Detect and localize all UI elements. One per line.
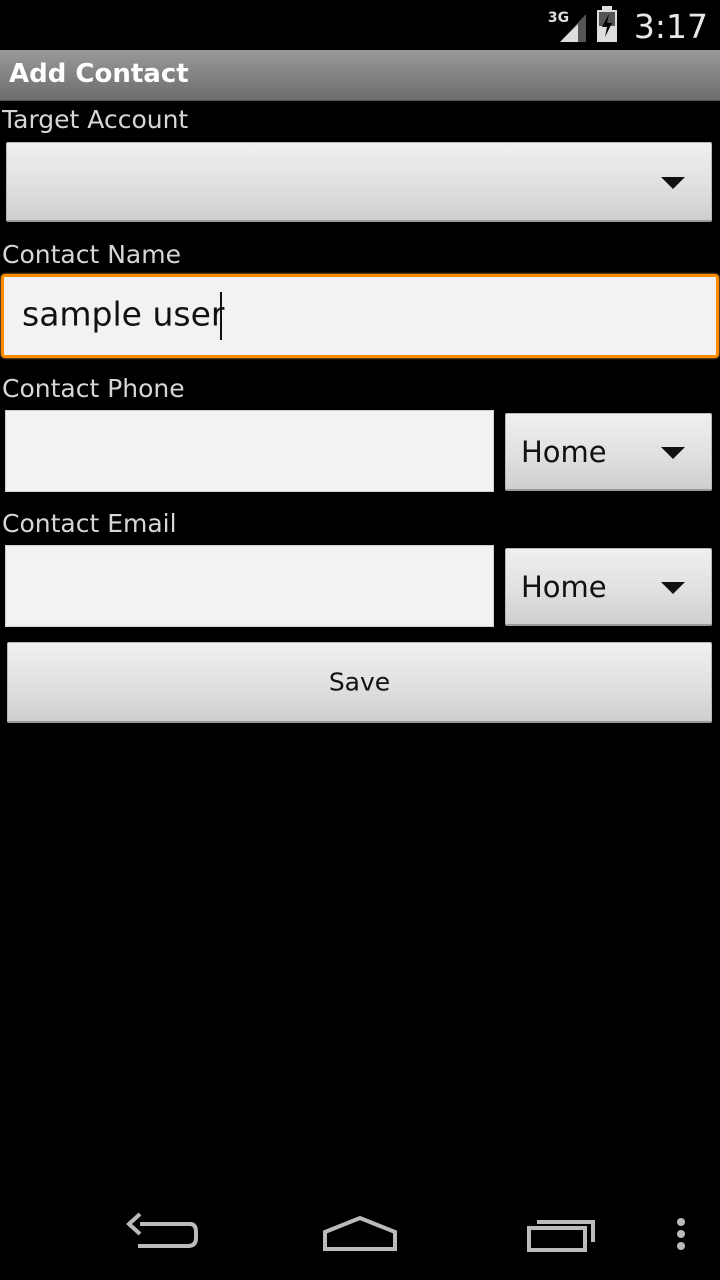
dropdown-arrow-icon (661, 446, 685, 459)
contact-email-label: Contact Email (2, 509, 177, 538)
contact-email-type-value: Home (521, 569, 607, 604)
signal-icon: 3G (548, 8, 588, 44)
status-icons: 3G 3:17 (548, 6, 708, 46)
contact-email-input[interactable] (5, 545, 494, 627)
battery-charging-icon (596, 6, 618, 46)
page-title: Add Contact (9, 59, 189, 89)
contact-phone-label: Contact Phone (2, 374, 185, 403)
action-bar: Add Contact (0, 50, 720, 101)
text-caret (220, 292, 223, 340)
home-icon[interactable] (310, 1204, 410, 1260)
status-bar: 3G 3:17 (0, 0, 720, 50)
save-button[interactable]: Save (7, 642, 712, 723)
contact-phone-input[interactable] (5, 410, 494, 492)
contact-name-input[interactable]: sample user (1, 274, 719, 358)
clock: 3:17 (633, 6, 708, 46)
target-account-spinner[interactable] (6, 142, 712, 222)
contact-phone-type-value: Home (521, 434, 607, 469)
back-icon[interactable] (110, 1204, 210, 1260)
screen: 3G 3:17 Add Contact Target Account Conta… (0, 0, 720, 1280)
contact-name-value: sample user (22, 292, 224, 340)
recent-apps-icon[interactable] (515, 1204, 615, 1260)
contact-name-label: Contact Name (2, 240, 181, 269)
save-button-label: Save (328, 667, 391, 697)
contact-phone-type-spinner[interactable]: Home (505, 413, 712, 491)
overflow-menu-icon[interactable] (630, 1204, 690, 1260)
target-account-label: Target Account (2, 105, 189, 134)
contact-email-type-spinner[interactable]: Home (505, 548, 712, 626)
network-type-label: 3G (547, 10, 570, 26)
dropdown-arrow-icon (661, 176, 685, 189)
dropdown-arrow-icon (661, 581, 685, 594)
navigation-bar (0, 1184, 720, 1280)
